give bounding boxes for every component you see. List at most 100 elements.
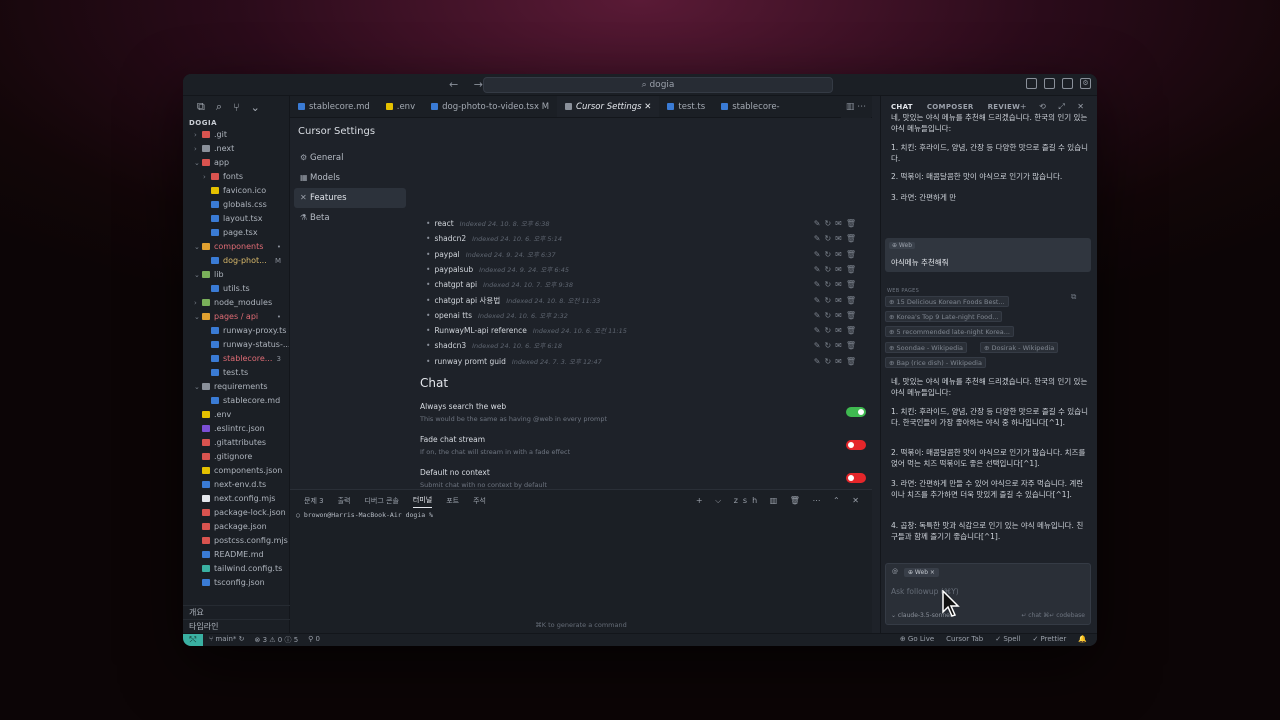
tree-item[interactable]: .eslintrc.json bbox=[183, 422, 289, 436]
web-context-chip[interactable]: ⊕ Web × bbox=[904, 568, 939, 577]
toggle-panel-icon[interactable] bbox=[1044, 78, 1055, 89]
doc-actions[interactable]: ✎↻✉🗑 bbox=[814, 247, 860, 262]
tree-item[interactable]: › node_modules bbox=[183, 296, 289, 310]
editor-tab[interactable]: stablecore.md bbox=[290, 96, 378, 117]
terminal-tab[interactable]: 터미널 bbox=[412, 495, 433, 508]
mention-button[interactable]: @ bbox=[892, 568, 898, 575]
tree-item[interactable]: next-env.d.ts bbox=[183, 478, 289, 492]
editor-tab[interactable]: test.ts bbox=[659, 96, 713, 117]
terminal-tab[interactable]: 포트 bbox=[446, 496, 459, 506]
tree-item[interactable]: stablecore... 3 bbox=[183, 352, 289, 366]
tree-item[interactable]: ⌄ lib bbox=[183, 268, 289, 282]
terminal-tab[interactable]: 디버그 콘솔 bbox=[364, 496, 398, 506]
tree-item[interactable]: ⌄ pages / api • bbox=[183, 310, 289, 324]
settings-nav-features[interactable]: ✕ Features bbox=[294, 188, 406, 208]
tree-item[interactable]: tailwind.config.ts bbox=[183, 562, 289, 576]
doc-actions[interactable]: ✎↻✉🗑 bbox=[814, 338, 860, 353]
chat-panel-actions[interactable]: + ⟲ ⤢ ✕ bbox=[1020, 102, 1089, 112]
status-item[interactable]: Cursor Tab bbox=[946, 635, 983, 643]
status-item[interactable]: ✓ Spell bbox=[995, 635, 1020, 643]
tree-item[interactable]: components.json bbox=[183, 464, 289, 478]
tree-item[interactable]: package-lock.json bbox=[183, 506, 289, 520]
doc-actions[interactable]: ✎↻✉🗑 bbox=[814, 323, 860, 338]
tree-item[interactable]: › fonts bbox=[183, 170, 289, 184]
option-toggle[interactable] bbox=[846, 473, 866, 483]
editor-tab[interactable]: dog-photo-to-video.tsx M bbox=[423, 96, 557, 117]
tree-item[interactable]: ⌄ app bbox=[183, 156, 289, 170]
outline-section[interactable]: 개요 bbox=[183, 605, 290, 619]
tree-item[interactable]: package.json bbox=[183, 520, 289, 534]
doc-actions[interactable]: ✎↻✉🗑 bbox=[814, 262, 860, 277]
tree-item[interactable]: postcss.config.mjs bbox=[183, 534, 289, 548]
doc-actions[interactable]: ✎↻✉🗑 bbox=[814, 231, 860, 246]
tree-item[interactable]: stablecore.md bbox=[183, 394, 289, 408]
tree-item[interactable]: test.ts bbox=[183, 366, 289, 380]
editor-tab[interactable]: Cursor Settings ✕ bbox=[557, 96, 660, 117]
search-icon[interactable]: ⌕ bbox=[216, 100, 222, 114]
command-search[interactable]: ⌕ dogia bbox=[483, 77, 833, 93]
terminal-tab[interactable]: 문제 3 bbox=[304, 496, 324, 506]
settings-nav-general[interactable]: ⚙ General bbox=[294, 148, 406, 168]
tree-item[interactable]: › .next bbox=[183, 142, 289, 156]
chevron-down-icon[interactable]: ⌄ bbox=[251, 101, 260, 114]
tree-item[interactable]: layout.tsx bbox=[183, 212, 289, 226]
terminal-tab[interactable]: 출력 bbox=[338, 496, 351, 506]
timeline-section[interactable]: 타임라인 bbox=[183, 619, 290, 633]
terminal-prompt[interactable]: ○ browon@Harris-MacBook-Air dogia % bbox=[296, 511, 433, 519]
editor-tab[interactable]: .env bbox=[378, 96, 423, 117]
tree-item[interactable]: › .git bbox=[183, 128, 289, 142]
chat-tab-chat[interactable]: CHAT bbox=[891, 103, 913, 111]
tree-item[interactable]: next.config.mjs bbox=[183, 492, 289, 506]
doc-actions[interactable]: ✎↻✉🗑 bbox=[814, 293, 860, 308]
tree-item[interactable]: runway-proxy.ts bbox=[183, 324, 289, 338]
toggle-secondary-sidebar-icon[interactable] bbox=[1062, 78, 1073, 89]
toggle-sidebar-icon[interactable] bbox=[1026, 78, 1037, 89]
terminal-actions[interactable]: + ⌵ zsh ▥ 🗑 ⋯ ⌃ ✕ bbox=[696, 496, 864, 506]
web-reference-chip[interactable]: ⊕ 15 Delicious Korean Foods Best... bbox=[885, 296, 1009, 307]
tree-item[interactable]: page.tsx bbox=[183, 226, 289, 240]
source-control-icon[interactable]: ⑂ bbox=[233, 101, 240, 114]
web-reference-chip[interactable]: ⊕ Dosirak - Wikipedia bbox=[980, 342, 1059, 353]
chat-tab-composer[interactable]: COMPOSER bbox=[927, 103, 974, 111]
tree-item[interactable]: .gitattributes bbox=[183, 436, 289, 450]
chat-tab-review[interactable]: REVIEW bbox=[988, 103, 1021, 111]
tree-item[interactable]: favicon.ico bbox=[183, 184, 289, 198]
doc-actions[interactable]: ✎↻✉🗑 bbox=[814, 308, 860, 323]
tree-item[interactable]: runway-status-... bbox=[183, 338, 289, 352]
doc-actions[interactable]: ✎↻✉🗑 bbox=[814, 277, 860, 292]
option-toggle[interactable] bbox=[846, 407, 866, 417]
tree-item[interactable]: README.md bbox=[183, 548, 289, 562]
web-reference-chip[interactable]: ⊕ Korea's Top 9 Late-night Food... bbox=[885, 311, 1003, 322]
tree-item[interactable]: utils.ts bbox=[183, 282, 289, 296]
status-item[interactable]: ⚲ 0 bbox=[308, 635, 320, 645]
chat-input-box[interactable]: @ ⊕ Web × Ask followup (⌘Y) ⌄ claude-3.5… bbox=[885, 563, 1091, 625]
tree-item[interactable]: .env bbox=[183, 408, 289, 422]
web-reference-chip[interactable]: ⊕ Bap (rice dish) - Wikipedia bbox=[885, 357, 986, 368]
tree-item[interactable]: ⌄ components • bbox=[183, 240, 289, 254]
status-item[interactable]: ✓ Prettier bbox=[1032, 635, 1066, 643]
status-item[interactable]: ⊕ Go Live bbox=[900, 635, 934, 643]
doc-actions[interactable]: ✎↻✉🗑 bbox=[814, 354, 860, 369]
settings-nav-beta[interactable]: ⚗ Beta bbox=[294, 208, 406, 228]
files-icon[interactable]: ⧉ bbox=[197, 100, 205, 114]
status-item[interactable]: 🔔 bbox=[1078, 635, 1087, 643]
status-item[interactable]: ⑂ main* ↻ bbox=[209, 635, 245, 645]
remote-icon[interactable]: ⤲ bbox=[183, 634, 203, 646]
tree-item[interactable]: .gitignore bbox=[183, 450, 289, 464]
editor-tab[interactable]: stablecore- bbox=[713, 96, 787, 117]
settings-gear-icon[interactable]: ⚙ bbox=[1080, 78, 1091, 89]
web-reference-chip[interactable]: ⊕ Soondae - Wikipedia bbox=[885, 342, 967, 353]
copy-icon[interactable]: ⧉ bbox=[1071, 291, 1085, 302]
web-reference-chip[interactable]: ⊕ 5 recommended late-night Korea... bbox=[885, 326, 1014, 337]
tree-item[interactable]: tsconfig.json bbox=[183, 576, 289, 590]
tree-item[interactable]: ⌄ requirements bbox=[183, 380, 289, 394]
tab-actions[interactable]: ▥ ⋯ bbox=[841, 96, 871, 118]
tree-item[interactable]: dog-phot... M bbox=[183, 254, 289, 268]
option-toggle[interactable] bbox=[846, 440, 866, 450]
doc-actions[interactable]: ✎↻✉🗑 bbox=[814, 216, 860, 231]
terminal-tab[interactable]: 주석 bbox=[473, 496, 486, 506]
tree-item[interactable]: globals.css bbox=[183, 198, 289, 212]
explorer-root[interactable]: DOGIA bbox=[183, 118, 289, 128]
settings-nav-models[interactable]: ▦ Models bbox=[294, 168, 406, 188]
status-item[interactable]: ⊗ 3 ⚠ 0 ⓘ 5 bbox=[255, 635, 299, 645]
